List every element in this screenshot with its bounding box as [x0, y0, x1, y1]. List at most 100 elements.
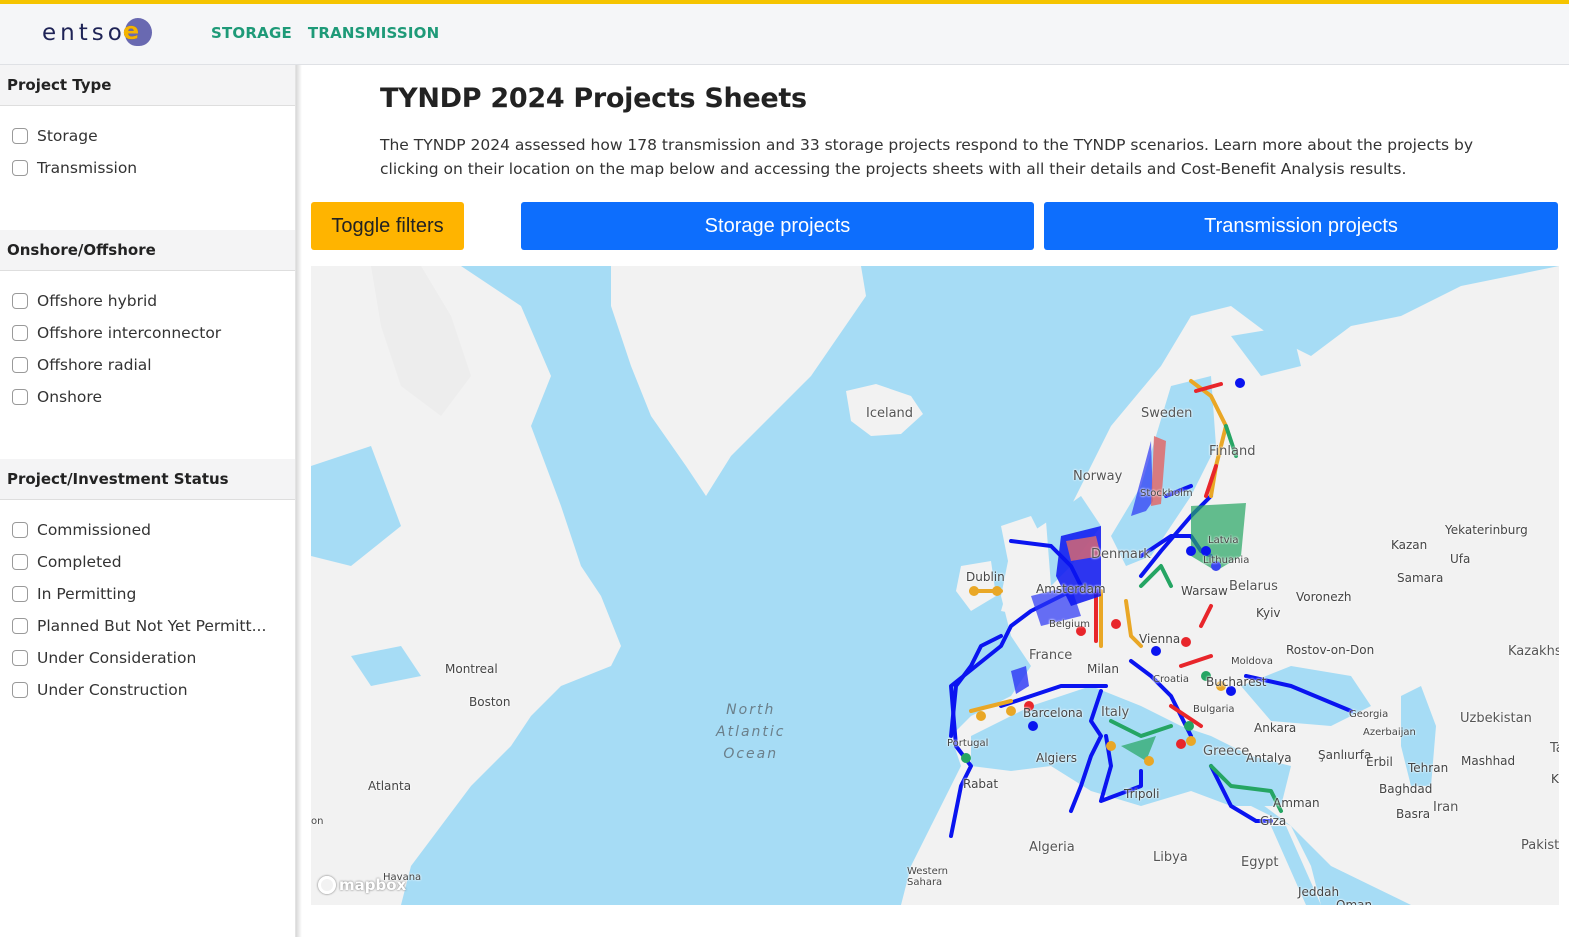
map-label: Algeria [1029, 840, 1075, 855]
map-label: Georgia [1349, 709, 1389, 720]
map-label: Yekaterinburg [1445, 523, 1528, 537]
filters-sidebar: Project Type Storage Transmission Onshor… [0, 65, 296, 937]
checkbox[interactable] [12, 128, 28, 144]
checkbox[interactable] [12, 618, 28, 634]
storage-projects-button[interactable]: Storage projects [521, 202, 1034, 250]
main-nav: STORAGE TRANSMISSION [211, 24, 439, 42]
transmission-projects-button[interactable]: Transmission projects [1044, 202, 1558, 250]
map-label: Vienna [1139, 632, 1181, 646]
checkbox[interactable] [12, 522, 28, 538]
map-label: Ufa [1450, 552, 1471, 566]
checkbox[interactable] [12, 357, 28, 373]
checkbox[interactable] [12, 682, 28, 698]
map-label: Ankara [1254, 721, 1297, 735]
map-canvas [311, 266, 1559, 905]
land-ireland [956, 561, 996, 611]
filter-option-commissioned[interactable]: Commissioned [12, 514, 295, 546]
map-label: Western Sahara [907, 866, 949, 888]
map-label: Antalya [1246, 751, 1292, 765]
project-point-green [961, 753, 971, 763]
page-title: TYNDP 2024 Projects Sheets [380, 83, 807, 114]
header: entso e STORAGE TRANSMISSION [0, 4, 1569, 65]
map-label: Samara [1397, 571, 1444, 585]
filter-section-status: Project/Investment Status Commissioned C… [0, 459, 295, 706]
filter-option-completed[interactable]: Completed [12, 546, 295, 578]
checkbox[interactable] [12, 650, 28, 666]
map-label: Jeddah [1298, 885, 1340, 899]
project-point-orange [969, 586, 979, 596]
map-label: Mashhad [1461, 754, 1516, 768]
filter-option-storage[interactable]: Storage [12, 120, 295, 152]
map-label: Stockholm [1140, 488, 1193, 499]
projects-map[interactable]: Iceland Sweden Finland Norway Stockholm … [311, 266, 1559, 905]
map-label: Sweden [1141, 406, 1193, 421]
filter-option-transmission[interactable]: Transmission [12, 152, 295, 184]
map-label: Norway [1073, 469, 1123, 484]
map-label: Kyiv [1256, 606, 1281, 620]
map-label: Rabat [963, 777, 999, 791]
map-label: Tehran [1408, 761, 1449, 775]
map-label: Portugal [947, 738, 989, 749]
entsoe-logo[interactable]: entso e [42, 17, 152, 49]
map-label: Latvia [1208, 535, 1239, 546]
project-point-orange [1006, 706, 1016, 716]
nav-transmission[interactable]: TRANSMISSION [308, 24, 439, 42]
nav-storage[interactable]: STORAGE [211, 24, 292, 42]
map-label: Bulgaria [1193, 704, 1235, 715]
mapbox-attribution[interactable]: mapbox [318, 876, 406, 894]
filter-section-onshore-offshore: Onshore/Offshore Offshore hybrid Offshor… [0, 230, 295, 459]
section-title: Onshore/Offshore [0, 230, 295, 271]
mapbox-logo-icon [318, 876, 336, 894]
filter-option-under-construction[interactable]: Under Construction [12, 674, 295, 706]
map-label: Boston [469, 695, 511, 709]
main-content: TYNDP 2024 Projects Sheets The TYNDP 202… [302, 65, 1569, 937]
page-description: The TYNDP 2024 assessed how 178 transmis… [380, 136, 1474, 178]
map-label: Tripoli [1124, 787, 1160, 801]
project-point-green [1184, 721, 1194, 731]
checkbox[interactable] [12, 586, 28, 602]
filter-option-offshore-radial[interactable]: Offshore radial [12, 349, 295, 381]
map-label: Dublin [966, 570, 1005, 584]
map-label: Croatia [1153, 674, 1189, 685]
map-label: on [311, 816, 324, 827]
map-label: Ta [1550, 741, 1559, 756]
map-label: Erbil [1366, 755, 1393, 769]
map-label: Finland [1209, 444, 1256, 459]
map-label: Uzbekistan [1460, 711, 1532, 726]
project-point-orange [1106, 741, 1116, 751]
map-label: Kal [1551, 772, 1559, 786]
filter-option-offshore-interconnector[interactable]: Offshore interconnector [12, 317, 295, 349]
filter-option-in-permitting[interactable]: In Permitting [12, 578, 295, 610]
checkbox[interactable] [12, 160, 28, 176]
land-greenland [611, 266, 866, 496]
map-label: Atlanta [368, 779, 412, 793]
map-label: Kazan [1391, 538, 1428, 552]
project-point-blue [1186, 546, 1196, 556]
map-label: Milan [1087, 662, 1119, 676]
map-label: Montreal [445, 662, 498, 676]
filter-option-planned[interactable]: Planned But Not Yet Permitt... [12, 610, 295, 642]
map-label: Şanlıurfa [1318, 748, 1372, 762]
map-label: Italy [1101, 705, 1130, 720]
map-label: Algiers [1036, 751, 1078, 765]
map-label: Libya [1153, 850, 1188, 865]
checkbox[interactable] [12, 293, 28, 309]
logo-text: entso [42, 20, 126, 46]
filter-option-onshore[interactable]: Onshore [12, 381, 295, 413]
filter-option-offshore-hybrid[interactable]: Offshore hybrid [12, 285, 295, 317]
map-label: Bucharest [1206, 675, 1267, 689]
land-layer [311, 266, 1559, 905]
section-title: Project/Investment Status [0, 459, 295, 500]
project-point-red [1181, 637, 1191, 647]
map-label: Azerbaijan [1363, 727, 1416, 738]
checkbox[interactable] [12, 389, 28, 405]
map-label: Warsaw [1181, 584, 1228, 598]
toggle-filters-button[interactable]: Toggle filters [311, 202, 464, 250]
filter-option-under-consideration[interactable]: Under Consideration [12, 642, 295, 674]
map-label: Giza [1260, 814, 1287, 828]
project-point-orange [992, 586, 1002, 596]
map-label: Baghdad [1379, 782, 1433, 796]
checkbox[interactable] [12, 554, 28, 570]
project-point-red [1111, 619, 1121, 629]
checkbox[interactable] [12, 325, 28, 341]
